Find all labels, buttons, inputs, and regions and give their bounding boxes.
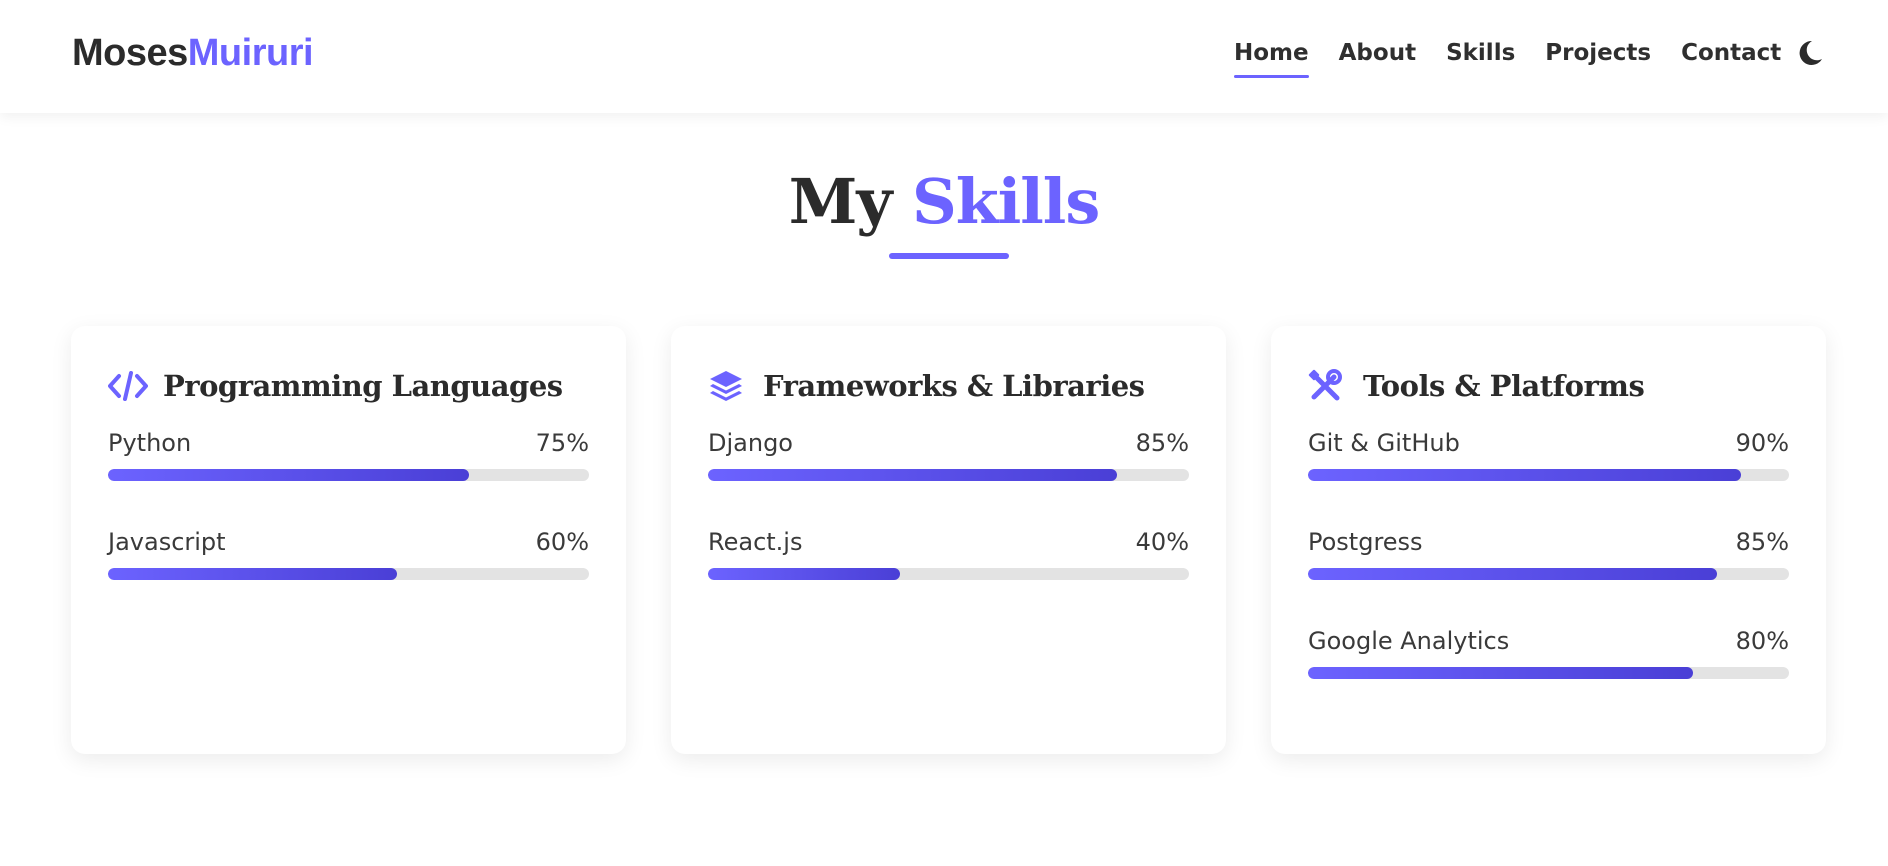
skill-percent: 40% — [1135, 528, 1189, 556]
skill-name: Javascript — [108, 528, 226, 556]
skill-name: Postgress — [1308, 528, 1423, 556]
section-title-word-2: Skills — [911, 165, 1100, 238]
skill-progress-fill — [108, 568, 397, 580]
skill-card-tools-platforms: Tools & Platforms Git & GitHub 90% Postg… — [1271, 326, 1826, 754]
layers-icon — [708, 368, 748, 404]
skill-name: Google Analytics — [1308, 627, 1510, 655]
skill-progress-bar — [1308, 568, 1789, 580]
skill-progress-fill — [1308, 568, 1717, 580]
skill-percent: 80% — [1735, 627, 1789, 655]
card-header: Frameworks & Libraries — [708, 366, 1189, 406]
skill-name: Django — [708, 429, 793, 457]
skill-item: Git & GitHub 90% — [1308, 428, 1789, 481]
skill-progress-fill — [708, 469, 1117, 481]
navbar: MosesMuiruri Home About Skills Projects … — [0, 0, 1888, 113]
logo-first-name: Moses — [72, 32, 188, 74]
skill-item: Postgress 85% — [1308, 527, 1789, 580]
card-title: Tools & Platforms — [1363, 369, 1645, 403]
skill-progress-bar — [108, 568, 589, 580]
skill-percent: 85% — [1735, 528, 1789, 556]
nav-link-skills[interactable]: Skills — [1446, 38, 1515, 68]
skill-progress-bar — [108, 469, 589, 481]
skill-progress-fill — [108, 469, 469, 481]
nav-link-contact[interactable]: Contact — [1681, 38, 1781, 68]
card-header: Programming Languages — [108, 366, 589, 406]
nav-link-projects[interactable]: Projects — [1545, 38, 1651, 68]
skill-progress-fill — [708, 568, 901, 580]
logo-last-name: Muiruri — [187, 32, 314, 74]
tools-icon — [1308, 368, 1348, 404]
skill-item: Python 75% — [108, 428, 589, 481]
skill-item: React.js 40% — [708, 527, 1189, 580]
skill-name: React.js — [708, 528, 803, 556]
skill-percent: 75% — [535, 429, 589, 457]
skill-percent: 60% — [535, 528, 589, 556]
skill-progress-bar — [708, 469, 1189, 481]
skill-percent: 90% — [1735, 429, 1789, 457]
card-title: Frameworks & Libraries — [763, 369, 1145, 403]
section-title: My Skills — [0, 162, 1888, 242]
skill-progress-bar — [1308, 469, 1789, 481]
skill-name: Git & GitHub — [1308, 429, 1460, 457]
skill-percent: 85% — [1135, 429, 1189, 457]
title-underline — [889, 253, 1009, 259]
nav-link-about[interactable]: About — [1339, 38, 1416, 68]
skill-progress-fill — [1308, 469, 1741, 481]
card-header: Tools & Platforms — [1308, 366, 1789, 406]
skill-card-programming-languages: Programming Languages Python 75% Javascr… — [71, 326, 626, 754]
skill-name: Python — [108, 429, 192, 457]
skill-progress-bar — [708, 568, 1189, 580]
section-title-word-1: My — [788, 165, 893, 238]
skill-item: Django 85% — [708, 428, 1189, 481]
skill-card-frameworks-libraries: Frameworks & Libraries Django 85% React.… — [671, 326, 1226, 754]
moon-icon[interactable] — [1796, 38, 1824, 68]
skill-item: Google Analytics 80% — [1308, 626, 1789, 679]
skill-progress-bar — [1308, 667, 1789, 679]
skill-progress-fill — [1308, 667, 1693, 679]
nav-link-home[interactable]: Home — [1234, 38, 1309, 78]
site-logo[interactable]: MosesMuiruri — [72, 30, 314, 76]
nav-links: Home About Skills Projects Contact — [1234, 38, 1781, 78]
skill-item: Javascript 60% — [108, 527, 589, 580]
code-icon — [108, 368, 148, 404]
card-title: Programming Languages — [163, 369, 563, 403]
